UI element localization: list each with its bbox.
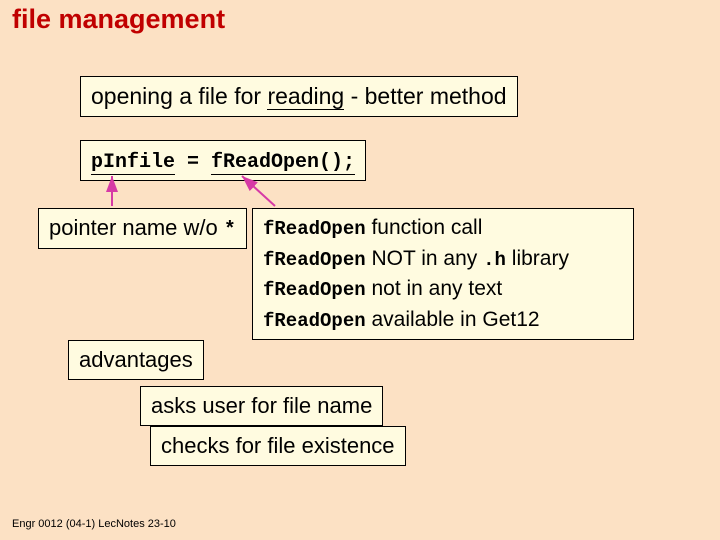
ro-l3-rest: not in any text [366,277,503,300]
pointer-note-star: * [224,219,236,242]
ro-fn-3: fReadOpen [263,279,366,301]
ro-l2-end: library [506,247,569,270]
code-box: pInfile = fReadOpen(); [80,140,366,181]
ro-fn-4: fReadOpen [263,310,366,332]
ro-l1-rest: function call [366,216,483,239]
ro-fn-2: fReadOpen [263,249,366,271]
ro-l2-tail: .h [483,249,506,271]
subtitle-prefix: opening a file for [91,83,267,109]
ro-l4-rest: available in Get12 [366,308,540,331]
subtitle-suffix: - better method [344,83,506,109]
pointer-note-text: pointer name w/o [49,215,224,240]
pointer-note-box: pointer name w/o * [38,208,247,249]
code-rhs: fReadOpen(); [211,151,355,175]
footer-text: Engr 0012 (04-1) LecNotes 23-10 [12,518,176,530]
code-eq: = [175,151,211,174]
advantages-label: advantages [68,340,204,380]
ro-l2-mid: NOT in any [366,247,484,270]
subtitle-box: opening a file for reading - better meth… [80,76,518,117]
advantage-1: asks user for file name [140,386,383,426]
slide-title: file management [12,4,225,35]
subtitle-underlined: reading [267,83,344,110]
readopen-notes-box: fReadOpen function call fReadOpen NOT in… [252,208,634,340]
ro-fn-1: fReadOpen [263,218,366,240]
code-lhs: pInfile [91,151,175,175]
advantage-2: checks for file existence [150,426,406,466]
